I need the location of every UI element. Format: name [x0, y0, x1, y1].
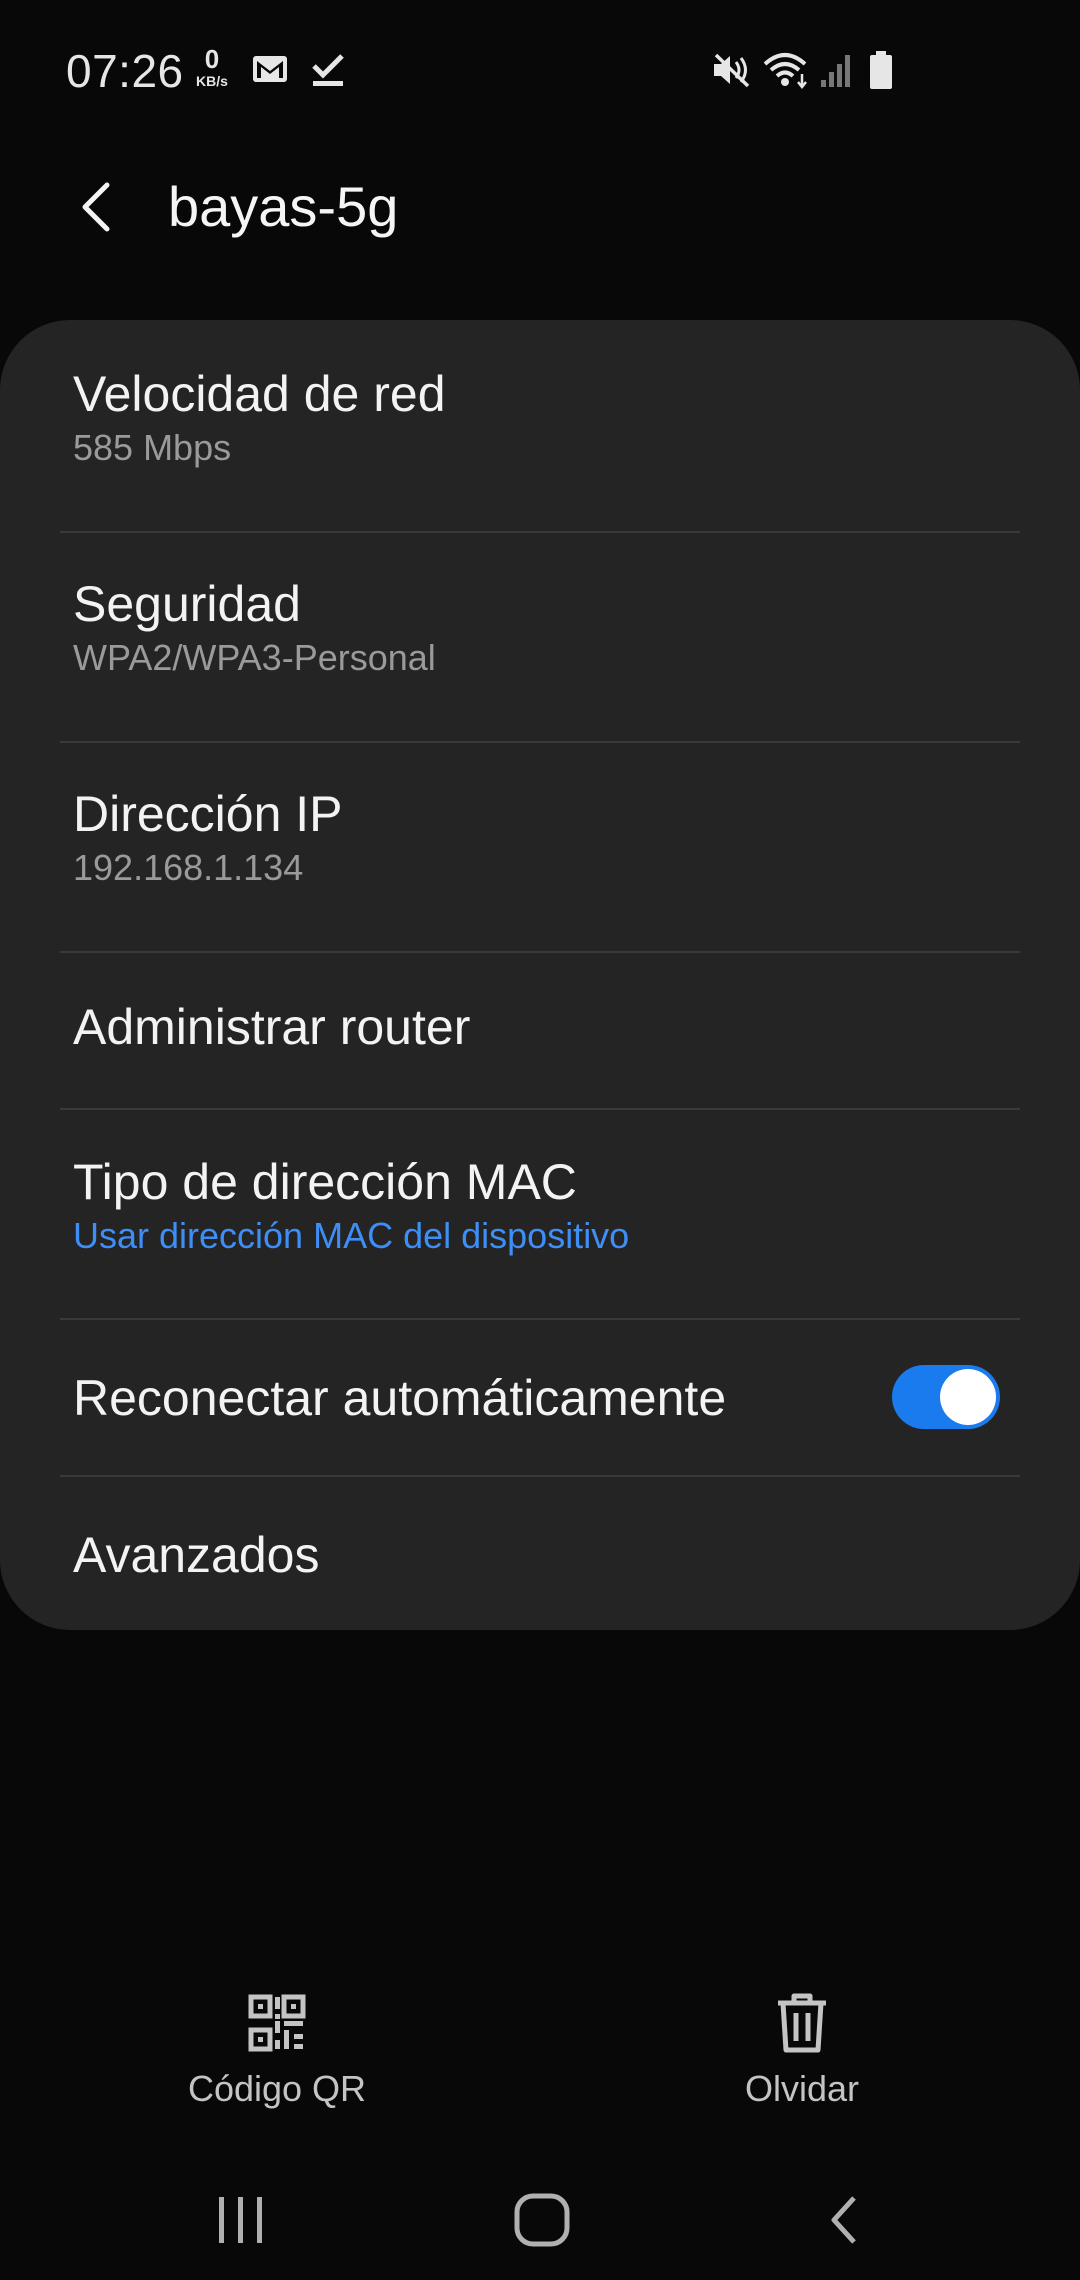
mac-type-value: Usar dirección MAC del dispositivo — [73, 1215, 630, 1256]
network-details-card: Velocidad de red 585 Mbps Seguridad WPA2… — [0, 320, 1080, 1630]
divider — [60, 531, 1020, 533]
divider — [60, 951, 1020, 953]
network-speed-item: Velocidad de red 585 Mbps — [0, 364, 1080, 470]
qr-code-icon — [248, 1994, 306, 2052]
ip-address-value: 192.168.1.134 — [73, 847, 304, 888]
qr-code-label: Código QR — [187, 2068, 367, 2109]
auto-reconnect-toggle[interactable] — [892, 1365, 1000, 1429]
security-value: WPA2/WPA3-Personal — [73, 637, 436, 678]
mute-icon — [712, 52, 752, 93]
nav-back-button[interactable] — [784, 2180, 904, 2260]
recents-icon — [219, 2197, 262, 2243]
ip-address-title: Dirección IP — [73, 786, 343, 842]
divider — [60, 1108, 1020, 1110]
security-item: Seguridad WPA2/WPA3-Personal — [0, 574, 1080, 680]
mac-type-item[interactable]: Tipo de dirección MAC Usar dirección MAC… — [0, 1152, 1080, 1258]
forget-button[interactable]: Olvidar — [652, 1990, 952, 2120]
forget-label: Olvidar — [744, 2068, 860, 2109]
app-header: bayas-5g — [0, 150, 1080, 260]
system-nav-bar — [0, 2160, 1080, 2280]
ip-address-item: Dirección IP 192.168.1.134 — [0, 784, 1080, 890]
network-speed-unit: KB/s — [196, 73, 228, 89]
qr-code-button[interactable]: Código QR — [127, 1990, 427, 2120]
toggle-knob — [940, 1369, 996, 1425]
advanced-title: Avanzados — [73, 1527, 320, 1583]
advanced-item[interactable]: Avanzados — [0, 1525, 1080, 1585]
divider — [60, 741, 1020, 743]
mac-type-title: Tipo de dirección MAC — [73, 1154, 577, 1210]
back-button[interactable] — [60, 172, 130, 242]
status-time: 07:26 — [66, 45, 184, 97]
back-icon — [831, 2196, 856, 2244]
network-speed-value-text: 585 Mbps — [73, 427, 232, 468]
back-arrow-icon — [82, 182, 110, 232]
manage-router-item[interactable]: Administrar router — [0, 997, 1080, 1057]
security-title: Seguridad — [73, 576, 301, 632]
gmail-icon — [252, 54, 288, 89]
status-bar: 07:26 0 KB/s — [0, 0, 1080, 140]
network-speed-value: 0 — [204, 44, 220, 74]
home-button[interactable] — [482, 2180, 602, 2260]
recents-button[interactable] — [181, 2180, 301, 2260]
download-done-icon — [310, 50, 346, 93]
battery-icon — [868, 50, 894, 95]
manage-router-title: Administrar router — [73, 999, 471, 1055]
wifi-icon — [762, 50, 812, 95]
divider — [60, 1475, 1020, 1477]
network-speed-indicator: 0 KB/s — [192, 46, 232, 96]
network-speed-title: Velocidad de red — [73, 366, 446, 422]
trash-icon — [778, 1993, 826, 2053]
divider — [60, 1318, 1020, 1320]
page-title: bayas-5g — [168, 175, 399, 238]
home-icon — [514, 2193, 570, 2247]
signal-icon — [820, 52, 854, 93]
